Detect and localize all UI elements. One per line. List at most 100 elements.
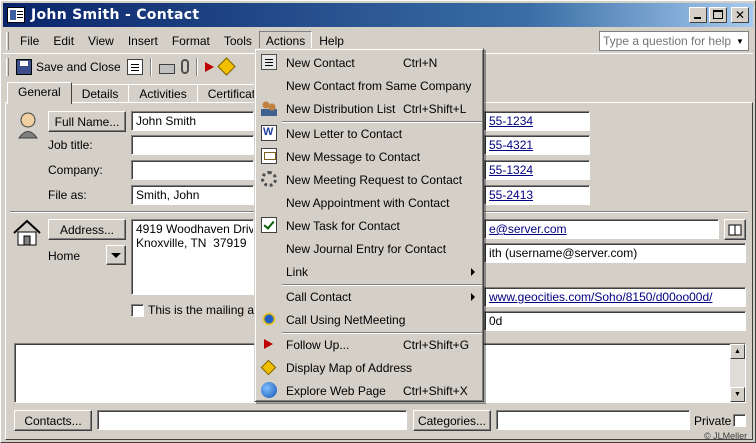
- private-checkbox[interactable]: [733, 414, 746, 427]
- close-button[interactable]: ✕: [731, 7, 749, 23]
- menu-item-new-meeting-request[interactable]: New Meeting Request to Contact: [257, 168, 483, 191]
- menu-item-new-contact[interactable]: New Contact Ctrl+N: [257, 51, 483, 74]
- save-icon: [16, 58, 32, 75]
- minimize-button[interactable]: [689, 7, 707, 23]
- word-letter-icon: [261, 125, 277, 141]
- full-name-field[interactable]: John Smith: [131, 111, 254, 131]
- map-button[interactable]: [217, 57, 236, 77]
- file-as-field[interactable]: Smith, John: [131, 185, 254, 205]
- print-button[interactable]: [156, 57, 178, 77]
- submenu-arrow-icon: [471, 293, 475, 301]
- job-title-label: Job title:: [48, 138, 93, 152]
- follow-up-flag-icon: [264, 339, 273, 349]
- menu-item-new-contact-same-company[interactable]: New Contact from Same Company: [257, 74, 483, 97]
- tab-strip: General Details Activities Certificates: [7, 82, 279, 104]
- address-type-dropdown[interactable]: [106, 245, 126, 265]
- im-address-field[interactable]: 0d: [484, 311, 746, 331]
- help-question-input[interactable]: [600, 33, 732, 49]
- menu-view[interactable]: View: [81, 31, 121, 51]
- notes-scrollbar[interactable]: ▲ ▼: [730, 344, 745, 402]
- business-phone-value[interactable]: 55-1234: [489, 114, 533, 128]
- save-as-button[interactable]: [124, 57, 146, 77]
- web-page-icon: [261, 382, 277, 398]
- menu-item-new-letter[interactable]: New Letter to Contact: [257, 122, 483, 145]
- tab-general[interactable]: General: [7, 82, 72, 104]
- mobile-phone-field[interactable]: 55-2413: [484, 185, 590, 205]
- contact-window: John Smith - Contact ✕ File Edit View In…: [0, 0, 756, 443]
- private-label: Private: [694, 414, 732, 428]
- task-icon: [261, 217, 277, 233]
- business-fax-field[interactable]: 55-1324: [484, 160, 590, 180]
- file-as-label: File as:: [48, 188, 87, 202]
- address-field[interactable]: 4919 Woodhaven Drive Knoxville, TN 37919: [131, 219, 254, 295]
- tab-details[interactable]: Details: [70, 84, 130, 103]
- map-icon: [217, 57, 236, 76]
- home-phone-value[interactable]: 55-4321: [489, 138, 533, 152]
- menu-item-new-distribution-list[interactable]: New Distribution List Ctrl+Shift+L: [257, 97, 483, 120]
- maximize-button[interactable]: [709, 7, 727, 23]
- follow-up-button[interactable]: [202, 57, 217, 77]
- toolbar-grip[interactable]: [6, 57, 9, 76]
- address-book-button[interactable]: [724, 219, 746, 240]
- tab-activities[interactable]: Activities: [128, 84, 198, 103]
- help-question-box[interactable]: ▼: [599, 31, 749, 51]
- contacts-button[interactable]: Contacts...: [14, 410, 92, 431]
- company-label: Company:: [48, 163, 103, 177]
- company-field[interactable]: [131, 160, 254, 180]
- person-icon: [18, 112, 38, 139]
- house-icon: [13, 219, 41, 246]
- menu-item-call-contact[interactable]: Call Contact: [257, 285, 483, 308]
- menu-file[interactable]: File: [13, 31, 46, 51]
- email-field[interactable]: e@server.com: [484, 219, 719, 239]
- menu-item-new-journal-entry[interactable]: New Journal Entry for Contact: [257, 237, 483, 260]
- save-and-close-label: Save and Close: [36, 59, 121, 74]
- address-book-icon: [728, 224, 742, 235]
- menu-insert[interactable]: Insert: [121, 31, 165, 51]
- mailing-address-checkbox[interactable]: [131, 304, 144, 317]
- attach-button[interactable]: [178, 57, 192, 77]
- title-bar[interactable]: John Smith - Contact ✕: [3, 3, 753, 27]
- menu-tools[interactable]: Tools: [217, 31, 259, 51]
- menu-item-follow-up[interactable]: Follow Up... Ctrl+Shift+G: [257, 333, 483, 356]
- toolbar-separator: [195, 57, 198, 76]
- menu-edit[interactable]: Edit: [46, 31, 81, 51]
- display-as-field[interactable]: ith (username@server.com): [484, 243, 746, 263]
- menu-item-new-message[interactable]: New Message to Contact: [257, 145, 483, 168]
- categories-button[interactable]: Categories...: [413, 410, 491, 431]
- watermark: © JLMeller: [704, 431, 748, 441]
- scroll-up-icon[interactable]: ▲: [730, 344, 745, 359]
- menu-item-call-netmeeting[interactable]: Call Using NetMeeting: [257, 308, 483, 331]
- contact-app-icon[interactable]: [7, 7, 25, 23]
- meeting-icon: [261, 171, 277, 187]
- menu-item-explore-web-page[interactable]: Explore Web Page Ctrl+Shift+X: [257, 379, 483, 402]
- distribution-list-icon: [261, 100, 277, 116]
- menu-format[interactable]: Format: [165, 31, 217, 51]
- full-name-button[interactable]: Full Name...: [48, 111, 126, 132]
- home-phone-field[interactable]: 55-4321: [484, 135, 590, 155]
- chevron-down-icon: [111, 252, 121, 258]
- business-fax-value[interactable]: 55-1324: [489, 163, 533, 177]
- scroll-down-icon[interactable]: ▼: [730, 387, 745, 402]
- web-page-field[interactable]: www.geocities.com/Soho/8150/d00oo00d/: [484, 287, 746, 307]
- contacts-field[interactable]: [97, 410, 407, 430]
- business-phone-field[interactable]: 55-1234: [484, 111, 590, 131]
- address-button[interactable]: Address...: [48, 219, 126, 240]
- email-value[interactable]: e@server.com: [489, 222, 567, 236]
- menubar-grip[interactable]: [6, 32, 9, 50]
- flag-icon: [204, 61, 214, 72]
- categories-field[interactable]: [496, 410, 690, 430]
- document-icon: [126, 58, 143, 75]
- mobile-phone-value[interactable]: 55-2413: [489, 188, 533, 202]
- menu-item-display-map[interactable]: Display Map of Address: [257, 356, 483, 379]
- web-page-value[interactable]: www.geocities.com/Soho/8150/d00oo00d/: [489, 290, 712, 304]
- menu-item-new-appointment[interactable]: New Appointment with Contact: [257, 191, 483, 214]
- help-dropdown-arrow-icon[interactable]: ▼: [732, 32, 748, 50]
- menu-item-new-task[interactable]: New Task for Contact: [257, 214, 483, 237]
- actions-menu: New Contact Ctrl+N New Contact from Same…: [254, 48, 484, 402]
- paperclip-icon: [180, 59, 189, 74]
- minimize-icon: [694, 17, 701, 19]
- job-title-field[interactable]: [131, 135, 254, 155]
- menu-item-link[interactable]: Link: [257, 260, 483, 283]
- save-and-close-button[interactable]: Save and Close: [13, 57, 124, 77]
- mailing-address-label: This is the mailing addr: [148, 303, 272, 317]
